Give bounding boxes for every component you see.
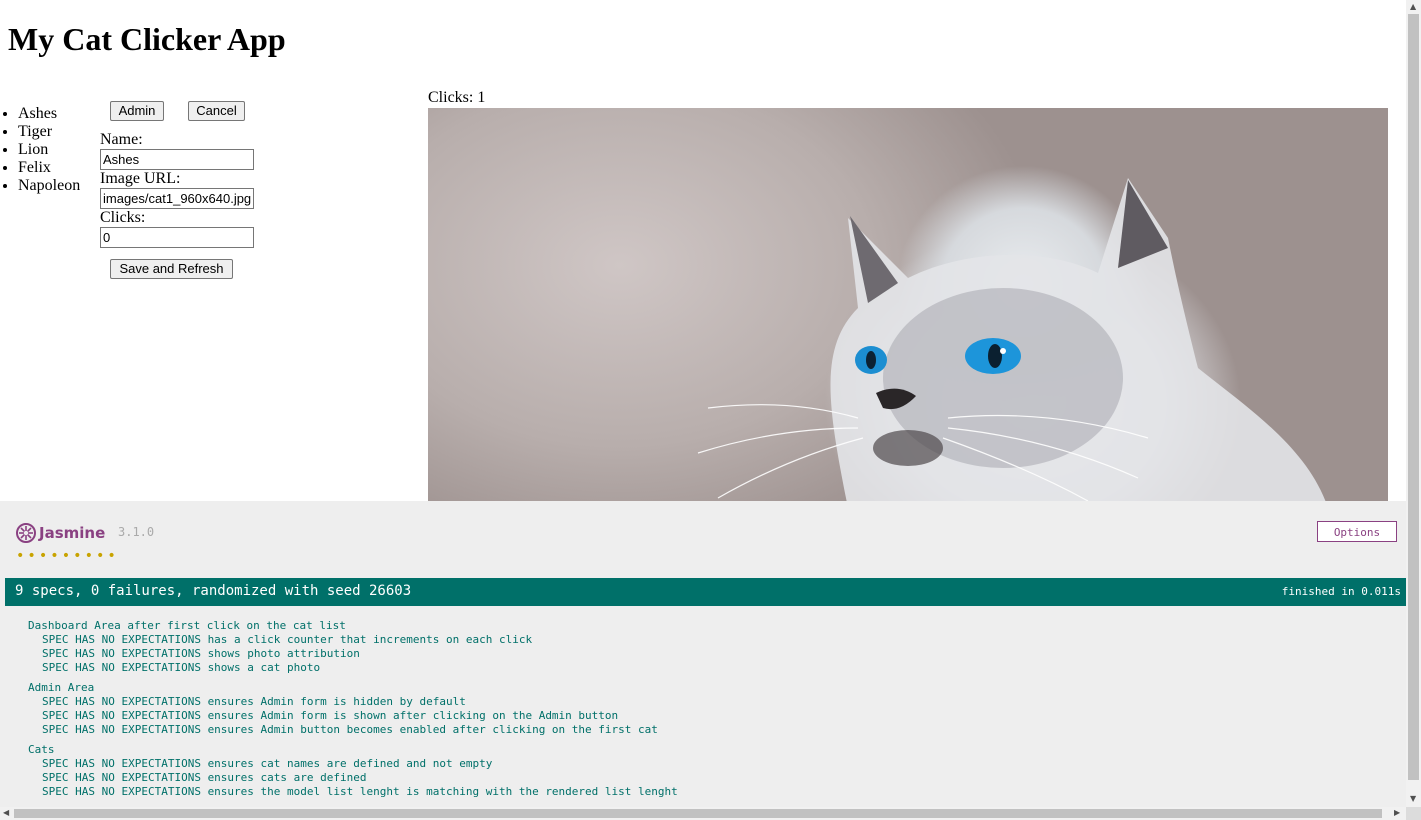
spec-item[interactable]: SPEC HAS NO EXPECTATIONS ensures cats ar… [28,771,678,785]
vertical-scrollbar-thumb[interactable] [1408,14,1419,780]
clicks-label: Clicks: [100,209,146,226]
save-and-refresh-button[interactable]: Save and Refresh [110,259,233,279]
cat-list: Ashes Tiger Lion Felix Napoleon [0,105,80,195]
image-url-input[interactable] [100,188,254,209]
spec-item[interactable]: SPEC HAS NO EXPECTATIONS ensures cat nam… [28,757,678,771]
cat-list-item-napoleon[interactable]: Napoleon [18,177,80,195]
cat-list-item-ashes[interactable]: Ashes [18,105,80,123]
results-list: Dashboard Area after first click on the … [28,619,678,805]
cat-illustration [697,178,1326,501]
admin-button[interactable]: Admin [110,101,164,121]
spec-item[interactable]: SPEC HAS NO EXPECTATIONS shows photo att… [28,647,678,661]
clicks-input[interactable] [100,227,254,248]
cancel-button[interactable]: Cancel [188,101,245,121]
suite-title[interactable]: Cats [28,743,678,757]
spec-item[interactable]: SPEC HAS NO EXPECTATIONS ensures Admin b… [28,723,678,737]
jasmine-logo: Jasmine [16,523,105,543]
name-label: Name: [100,131,143,148]
summary-text: 9 specs, 0 failures, randomized with see… [15,583,412,599]
scroll-left-arrow-icon[interactable]: ◀ [3,808,9,817]
spec-status-dots: ••••••••• [16,548,119,564]
suite: Cats SPEC HAS NO EXPECTATIONS ensures ca… [28,743,678,799]
jasmine-logo-text: Jasmine [39,524,106,542]
jasmine-test-reporter: Jasmine 3.1.0 Options ••••••••• 9 specs,… [0,501,1406,807]
duration-text: finished in 0.011s [1281,585,1401,598]
suite-title[interactable]: Dashboard Area after first click on the … [28,619,678,633]
spec-item[interactable]: SPEC HAS NO EXPECTATIONS ensures Admin f… [28,709,678,723]
spec-item[interactable]: SPEC HAS NO EXPECTATIONS ensures Admin f… [28,695,678,709]
cat-photo[interactable] [428,108,1388,501]
suite-title[interactable]: Admin Area [28,681,678,695]
page-title: My Cat Clicker App [8,21,286,57]
jasmine-version: 3.1.0 [118,525,155,539]
options-button[interactable]: Options [1317,521,1397,542]
cat-list-item-felix[interactable]: Felix [18,159,80,177]
image-url-label: Image URL: [100,170,181,187]
cat-list-item-lion[interactable]: Lion [18,141,80,159]
name-input[interactable] [100,149,254,170]
click-counter: Clicks: 1 [428,89,486,106]
jasmine-flower-icon [16,523,36,543]
horizontal-scrollbar[interactable]: ◀ ▶ [0,807,1406,820]
spec-item[interactable]: SPEC HAS NO EXPECTATIONS has a click cou… [28,633,678,647]
spec-item[interactable]: SPEC HAS NO EXPECTATIONS shows a cat pho… [28,661,678,675]
suite: Dashboard Area after first click on the … [28,619,678,675]
scroll-up-arrow-icon[interactable]: ▲ [1410,2,1416,11]
scroll-right-arrow-icon[interactable]: ▶ [1394,808,1400,817]
spec-item[interactable]: SPEC HAS NO EXPECTATIONS ensures the mod… [28,785,678,799]
scrollbar-corner [1406,807,1421,820]
suite: Admin Area SPEC HAS NO EXPECTATIONS ensu… [28,681,678,737]
scroll-down-arrow-icon[interactable]: ▼ [1410,794,1416,803]
horizontal-scrollbar-thumb[interactable] [14,809,1382,818]
vertical-scrollbar[interactable]: ▲ ▼ [1406,0,1421,807]
summary-bar: 9 specs, 0 failures, randomized with see… [5,578,1406,606]
cat-list-item-tiger[interactable]: Tiger [18,123,80,141]
